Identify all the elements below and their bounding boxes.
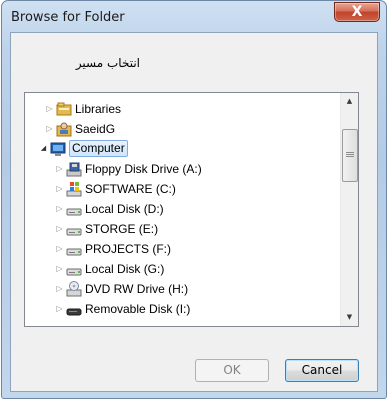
- drive-icon: [66, 241, 82, 257]
- tree-item-label[interactable]: Local Disk (G:): [85, 261, 164, 277]
- tree-item-label[interactable]: Computer: [69, 140, 128, 157]
- expand-arrow-icon[interactable]: ▷: [55, 262, 64, 276]
- tree-item[interactable]: ◢ Computer: [25, 139, 343, 159]
- tree-item[interactable]: ▷ SOFTWARE (C:): [25, 179, 343, 199]
- tree-item[interactable]: ▷ SaeidG: [25, 119, 343, 139]
- windows-drive-icon: [66, 181, 82, 197]
- expand-arrow-icon[interactable]: ▷: [45, 102, 54, 116]
- drive-icon: [66, 261, 82, 277]
- scroll-down-arrow-icon[interactable]: ▼: [341, 309, 358, 326]
- tree-item-label[interactable]: DVD RW Drive (H:): [85, 281, 188, 297]
- drive-icon: [66, 201, 82, 217]
- expand-arrow-icon[interactable]: ▷: [45, 122, 54, 136]
- libraries-icon: [56, 101, 72, 117]
- tree-item[interactable]: ▷ Local Disk (D:): [25, 199, 343, 219]
- tree-item-label[interactable]: Local Disk (D:): [85, 201, 164, 217]
- close-button[interactable]: X: [334, 2, 380, 22]
- expand-arrow-icon[interactable]: ▷: [55, 222, 64, 236]
- tree-item[interactable]: ▷ STORGE (E:): [25, 219, 343, 239]
- drive-icon: [66, 221, 82, 237]
- dialog-window: Browse for Folder X انتخاب مسیر ▷ Removab…: [1, 0, 387, 399]
- ok-button[interactable]: OK: [195, 359, 269, 382]
- folder-tree[interactable]: ▷ Removable Disk (I:) ▷ DVD RW Drive (H:) ▷ L…: [24, 92, 359, 327]
- tree-item[interactable]: ▷ Libraries: [25, 99, 343, 119]
- expand-arrow-icon[interactable]: ▷: [55, 302, 64, 316]
- computer-icon: [50, 141, 66, 157]
- tree-item[interactable]: ▷ Floppy Disk Drive (A:): [25, 159, 343, 179]
- tree-item-label[interactable]: PROJECTS (F:): [85, 241, 171, 257]
- dvd-icon: [66, 281, 82, 297]
- tree-item[interactable]: ▷ PROJECTS (F:): [25, 239, 343, 259]
- tree-item[interactable]: ▷ DVD RW Drive (H:): [25, 279, 343, 299]
- expand-arrow-icon[interactable]: ▷: [55, 162, 64, 176]
- title-bar[interactable]: Browse for Folder X: [2, 1, 386, 33]
- scroll-up-arrow-icon[interactable]: ▲: [341, 93, 358, 110]
- expand-arrow-icon[interactable]: ▷: [55, 282, 64, 296]
- usb-drive-icon: [66, 301, 82, 317]
- tree-item-label[interactable]: STORGE (E:): [85, 221, 158, 237]
- tree-item-label[interactable]: Floppy Disk Drive (A:): [85, 161, 202, 177]
- instruction-text: انتخاب مسیر: [75, 56, 140, 70]
- cancel-button[interactable]: Cancel: [285, 359, 359, 382]
- vertical-scrollbar[interactable]: ▲ ▼: [340, 93, 358, 326]
- floppy-icon: [66, 161, 82, 177]
- dialog-client-area: انتخاب مسیر ▷ Removable Disk (I:) ▷ DVD RW …: [10, 32, 378, 392]
- tree-item-label[interactable]: Removable Disk (I:): [85, 301, 190, 317]
- user-folder-icon: [56, 121, 72, 137]
- collapse-arrow-icon[interactable]: ◢: [39, 142, 48, 156]
- expand-arrow-icon[interactable]: ▷: [55, 202, 64, 216]
- scroll-thumb[interactable]: [342, 129, 358, 182]
- window-title: Browse for Folder: [11, 10, 125, 25]
- expand-arrow-icon[interactable]: ▷: [55, 242, 64, 256]
- tree-item-label[interactable]: Libraries: [75, 101, 121, 117]
- tree-item-label[interactable]: SOFTWARE (C:): [85, 181, 176, 197]
- tree-item-label[interactable]: SaeidG: [75, 121, 115, 137]
- expand-arrow-icon[interactable]: ▷: [55, 182, 64, 196]
- tree-item[interactable]: ▷ Removable Disk (I:): [25, 299, 343, 319]
- tree-item[interactable]: ▷ Local Disk (G:): [25, 259, 343, 279]
